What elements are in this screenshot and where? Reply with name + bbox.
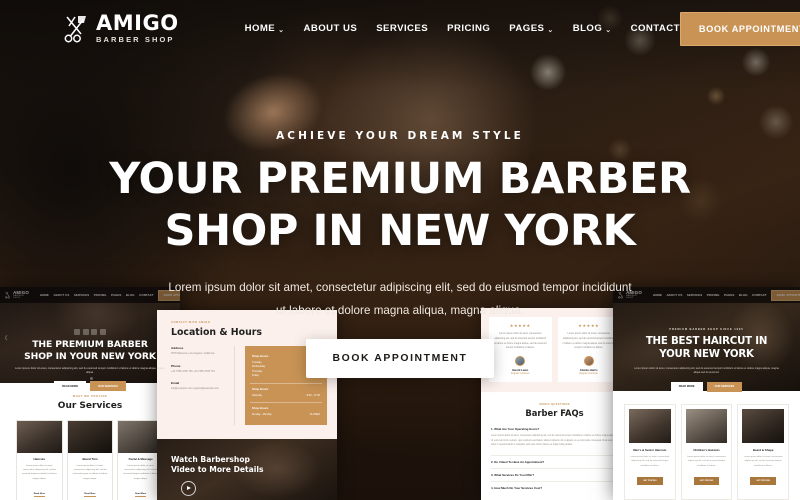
day-label: Sunday - Monday — [252, 412, 272, 416]
faq-section: AMIGO QUESTIONS Barber FAQs 1. What Are … — [481, 392, 628, 495]
nav-item-services[interactable]: SERVICES — [376, 23, 428, 34]
preview-read-more-button[interactable]: READ MORE — [670, 381, 703, 392]
service-image — [67, 421, 113, 453]
faq-question[interactable]: 2. Do I Need To Have An Appointment? — [491, 455, 618, 468]
video-title-line-1: Watch Barbershop — [171, 455, 250, 465]
faq-question-open[interactable]: 1. What Are Your Operating Hours? — [491, 427, 618, 431]
preview-services-section: WHAT WE PROVIDE Our Services Haircuts Lo… — [0, 383, 180, 500]
chevron-down-icon: ⌄ — [547, 26, 554, 34]
service-text: Lorem ipsum dolor sit amet, consectetur … — [123, 465, 158, 480]
nav-label: PRICING — [447, 23, 491, 34]
shop-hours-row: Saturday 8:00 - 17:00 — [252, 394, 320, 399]
shop-hours-group: Shop Hours Sunday - Monday CLOSED — [250, 403, 322, 421]
hero-title-line-2: SHOP IN NEW YORK — [164, 206, 636, 257]
brand-logo[interactable]: AMIGO BARBER SHOP — [64, 13, 179, 44]
nav-label: ABOUT US — [303, 23, 358, 34]
brand-text: AMIGO BARBER SHOP — [96, 13, 179, 44]
faq-question[interactable]: 3. What Services Do You Offer? — [491, 468, 618, 481]
nav-label: SERVICES — [376, 23, 429, 34]
pricing-card-text: Lorem ipsum dolor sit amet, consectetur … — [743, 456, 783, 467]
preview-our-services-button[interactable]: OUR SERVICES — [706, 381, 743, 392]
pricing-card-list: Men's & Senior Haircuts Lorem ipsum dolo… — [613, 391, 800, 500]
service-text: Lorem ipsum dolor sit amet, consectetur … — [72, 465, 108, 480]
nav-label: HOME — [244, 23, 276, 34]
shop-hours-group: Shop Hours Saturday 8:00 - 17:00 — [250, 384, 322, 404]
services-eyebrow: WHAT WE PROVIDE — [72, 395, 108, 398]
book-appointment-hero-button[interactable]: BOOK APPOINTMENT — [305, 339, 495, 379]
video-promo-title: Watch Barbershop Video to More Details — [157, 439, 337, 475]
pricing-card-title: Men's & Senior Haircuts — [633, 448, 667, 452]
service-card[interactable]: Haircuts Lorem ipsum dolor sit amet, con… — [16, 420, 63, 500]
pricing-card-text: Lorem ipsum dolor sit amet, consectetur … — [630, 456, 670, 467]
nav-label: PAGES — [509, 23, 545, 34]
pricing-card-text: Lorem ipsum dolor sit amet, consectetur … — [687, 456, 726, 467]
pricing-card[interactable]: Men's & Senior Haircuts Lorem ipsum dolo… — [624, 404, 676, 500]
hero-title-line-1: YOUR PREMIUM BARBER — [109, 154, 691, 204]
hero-section: ACHIEVE YOUR DREAM STYLE YOUR PREMIUM BA… — [0, 0, 800, 380]
chevron-down-icon: ⌄ — [278, 26, 285, 34]
razor-scissors-icon — [64, 15, 86, 42]
service-text: Lorem ipsum dolor sit amet, consectetur … — [22, 465, 57, 480]
preview-read-more-button[interactable]: READ MORE — [54, 381, 87, 392]
faq-title: Barber FAQs — [525, 408, 584, 419]
pricing-card-image — [742, 409, 785, 443]
get-pricing-button[interactable]: GET PRICING — [750, 476, 776, 485]
chevron-down-icon: ⌄ — [605, 26, 612, 34]
time-label: CLOSED — [309, 412, 320, 416]
preview-our-services-button[interactable]: OUR SERVICES — [90, 381, 126, 392]
faq-eyebrow: AMIGO QUESTIONS — [539, 403, 570, 407]
shop-hours-heading: Shop Hours — [252, 406, 269, 411]
play-triangle — [187, 486, 191, 491]
primary-nav: HOME ⌄ ABOUT US SERVICES PRICING PAGES ⌄… — [245, 23, 680, 34]
nav-item-pages[interactable]: PAGES ⌄ — [509, 23, 553, 34]
book-appointment-nav-button[interactable]: BOOK APPOINTMENT — [679, 11, 800, 46]
pricing-card-title: Children's Haircuts — [693, 448, 720, 452]
service-card[interactable]: Beard Trim Lorem ipsum dolor sit amet, c… — [66, 420, 114, 500]
nav-item-blog[interactable]: BLOG ⌄ — [573, 23, 612, 34]
get-pricing-button[interactable]: GET PRICING — [693, 476, 720, 485]
service-read-more-link[interactable]: Read More — [135, 493, 147, 497]
faq-answer: Lorem ipsum dolor sit amet, consectetur … — [491, 435, 618, 447]
pricing-card-image — [629, 409, 671, 443]
play-circle-icon[interactable] — [181, 480, 196, 496]
service-title: Beard Trim — [82, 457, 98, 461]
hero-kicker: ACHIEVE YOUR DREAM STYLE — [276, 130, 524, 142]
brand-tagline: BARBER SHOP — [96, 35, 175, 45]
nav-label: CONTACT — [630, 23, 680, 34]
shop-hours-row: Sunday - Monday CLOSED — [252, 413, 320, 418]
pricing-card[interactable]: Children's Haircuts Lorem ipsum dolor si… — [680, 404, 733, 500]
video-promo-section[interactable]: Watch Barbershop Video to More Details — [157, 439, 337, 500]
service-read-more-link[interactable]: Read More — [84, 493, 96, 497]
pricing-card[interactable]: Beard & Shape Lorem ipsum dolor sit amet… — [737, 404, 790, 500]
hero-title: YOUR PREMIUM BARBER SHOP IN NEW YORK — [0, 153, 800, 257]
nav-item-home[interactable]: HOME ⌄ — [245, 23, 285, 34]
page-stage: AMIGO BARBER SHOP HOME ⌄ ABOUT US SERVIC… — [0, 0, 800, 500]
day-label: Saturday — [252, 393, 263, 397]
time-label: 8:00 - 17:00 — [306, 393, 320, 397]
nav-item-contact[interactable]: CONTACT — [631, 23, 680, 34]
shop-hours-heading: Shop Hours — [252, 387, 269, 391]
pricing-card-image — [685, 409, 728, 443]
nav-item-about-us[interactable]: ABOUT US — [303, 23, 357, 34]
service-title: Haircuts — [33, 457, 46, 461]
get-pricing-button[interactable]: GET PRICING — [637, 476, 663, 485]
nav-label: BLOG — [572, 23, 603, 34]
faq-question[interactable]: 4. How Much Do Your Services Cost? — [491, 481, 618, 494]
hero-description: Lorem ipsum dolor sit amet, consectetur … — [168, 281, 632, 318]
brand-name: AMIGO — [96, 11, 179, 36]
main-navbar: AMIGO BARBER SHOP HOME ⌄ ABOUT US SERVIC… — [0, 0, 800, 57]
preview-hero-buttons: READ MORE OUR SERVICES — [613, 381, 800, 392]
services-title: Our Services — [57, 401, 123, 411]
video-title-line-2: Video to More Details — [171, 465, 264, 475]
pricing-card-title: Beard & Shape — [752, 448, 774, 452]
service-image — [17, 421, 62, 453]
service-read-more-link[interactable]: Read More — [33, 493, 45, 497]
preview-hero-buttons: READ MORE OUR SERVICES — [0, 381, 180, 392]
nav-item-pricing[interactable]: PRICING — [447, 23, 490, 34]
service-card-list: Haircuts Lorem ipsum dolor sit amet, con… — [0, 411, 180, 500]
